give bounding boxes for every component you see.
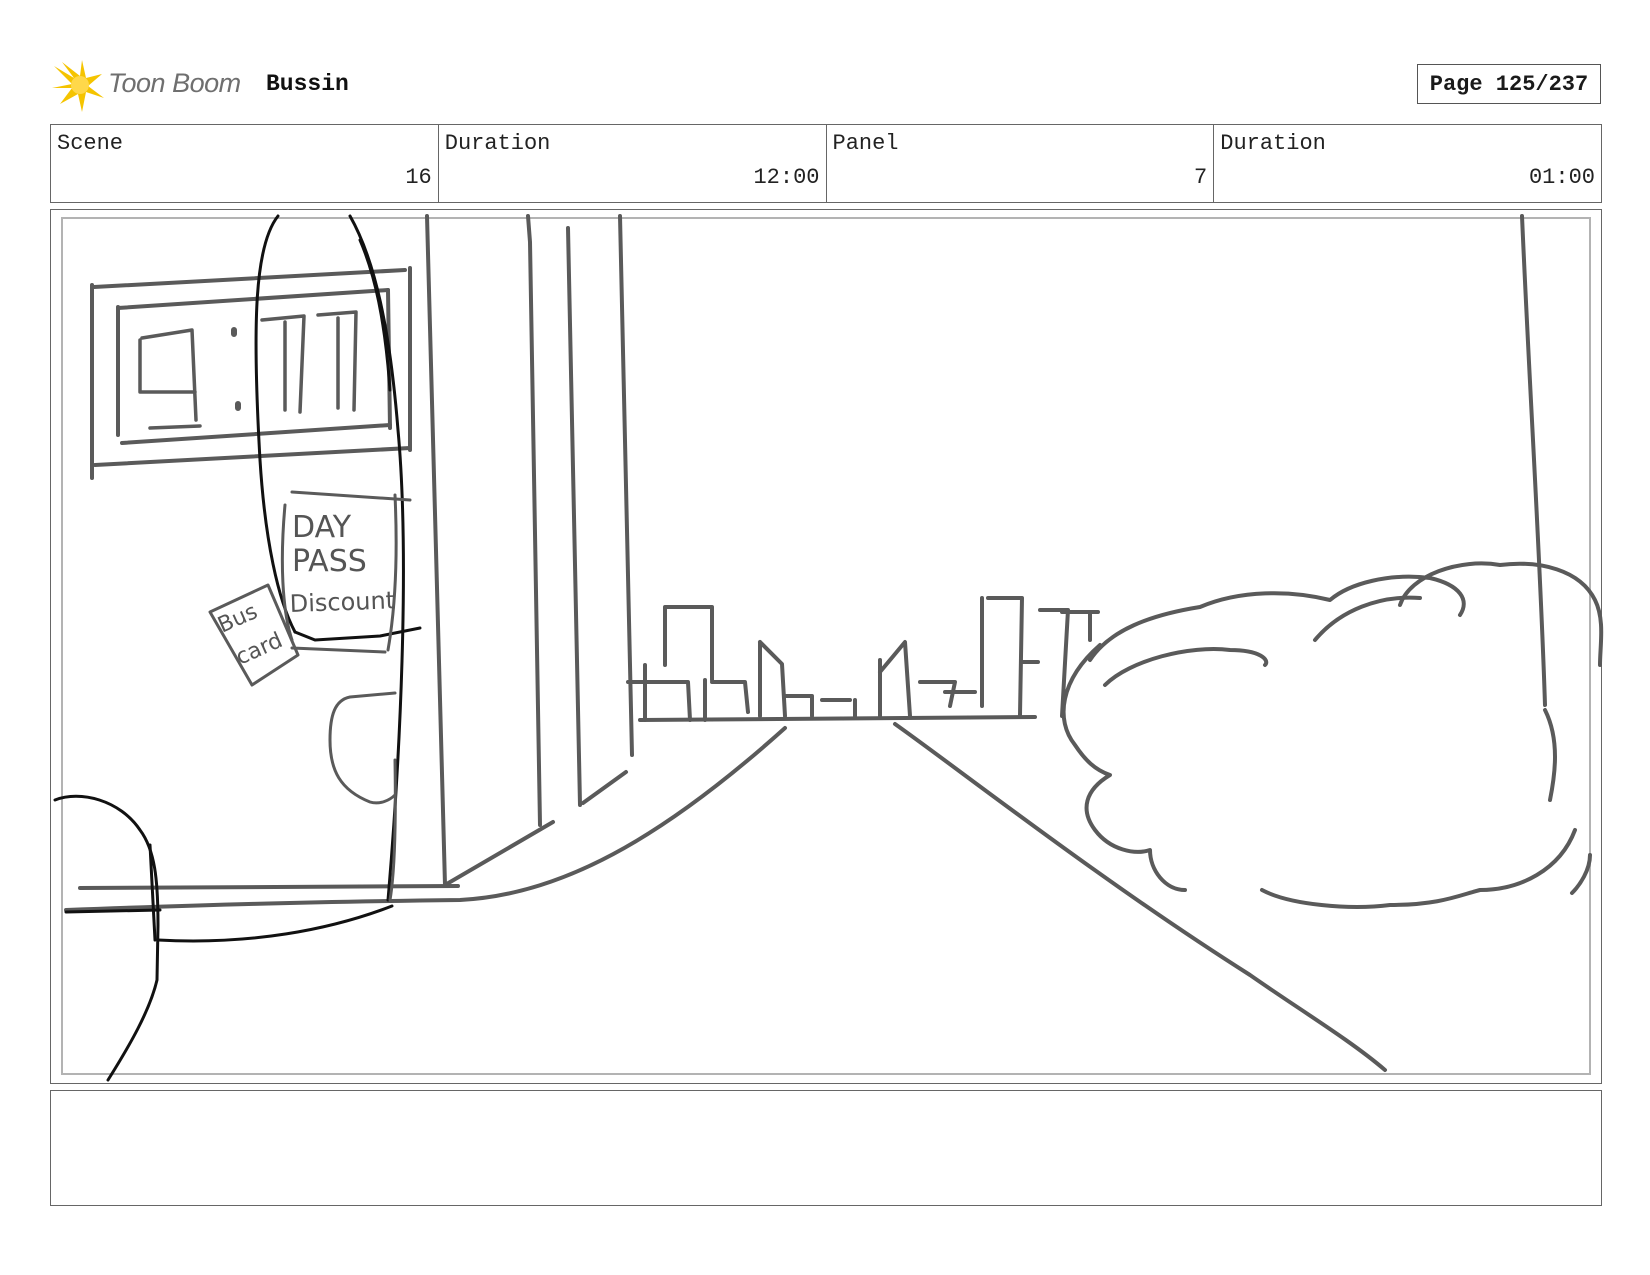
storyboard-sketch: DAY PASS Discount Bus card (53, 214, 1604, 1082)
sign-text-day: DAY (292, 510, 352, 545)
clock-sign (90, 266, 412, 480)
sign-text-pass: PASS (292, 544, 367, 579)
card-text-card: card (232, 628, 286, 670)
panel-notes-box[interactable] (50, 1090, 1602, 1206)
sign-text-discount: Discount (289, 586, 395, 618)
